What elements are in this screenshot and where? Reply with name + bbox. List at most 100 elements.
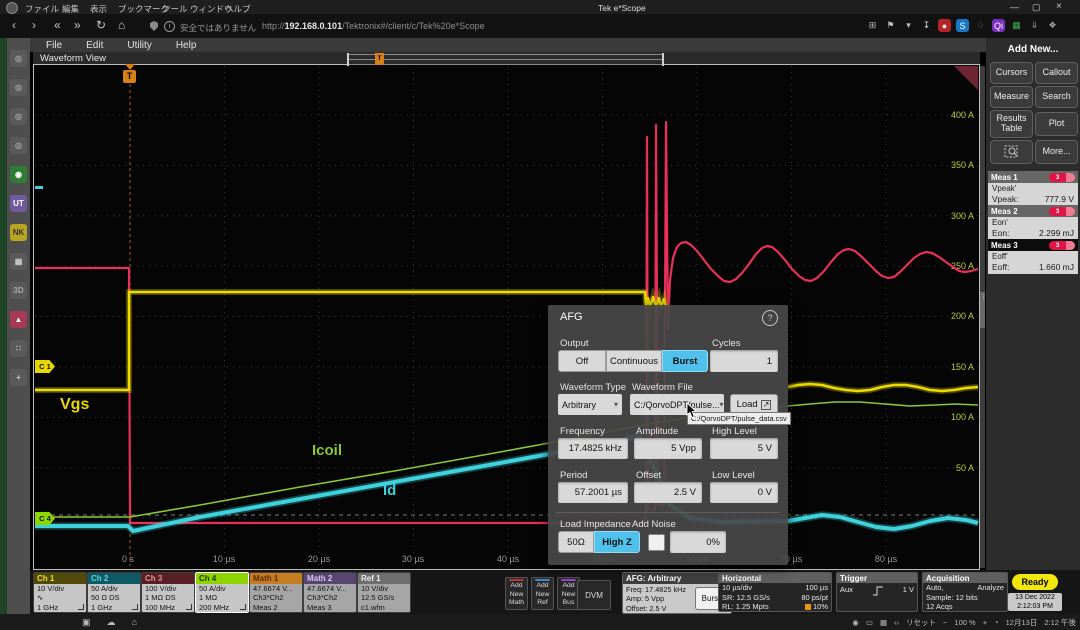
taskbar-item-3[interactable]: ‹› [894, 618, 899, 627]
taskbar-item-9[interactable]: 12月13日 [1006, 617, 1038, 628]
sidebar-tab-2[interactable]: ◎ [10, 108, 27, 125]
low-level-field[interactable]: 0 V [710, 482, 778, 503]
horizontal-badge[interactable]: Horizontal 10 µs/div100 µs SR: 12.5 GS/s… [718, 572, 832, 612]
extension-icon-6[interactable]: ♢ [974, 19, 987, 32]
help-icon[interactable]: ? [762, 310, 778, 326]
sidebar-tab-1[interactable]: ◎ [10, 79, 27, 96]
meas-2-badge[interactable]: Meas 2 3 Eon' Eon:2.299 mJ [988, 205, 1078, 240]
scrollbar-handle[interactable]: ⋮ [980, 292, 985, 328]
offset-field[interactable]: 2.5 V [634, 482, 702, 503]
maximize-button[interactable]: ▢ [1032, 2, 1041, 13]
amplitude-field[interactable]: 5 Vpp [634, 438, 702, 459]
channel-badge-ch3[interactable]: Ch 3100 V/div1 MΩ DS100 MHz [141, 572, 195, 613]
home-icon[interactable]: ⌂ [132, 617, 137, 627]
acquisition-badge[interactable]: Acquisition Auto,Analyze Sample: 12 bits… [922, 572, 1008, 612]
skip-back-icon[interactable]: « [54, 19, 61, 31]
sidebar-tab-3[interactable]: ◎ [10, 137, 27, 154]
period-field[interactable]: 57.2001 µs [558, 482, 628, 503]
more-button[interactable]: More... [1035, 140, 1078, 164]
search-button[interactable]: Search [1035, 86, 1078, 108]
frequency-field[interactable]: 17.4825 kHz [558, 438, 628, 459]
impedance-50ohm-button[interactable]: 50Ω [558, 531, 594, 553]
channel-badge-math1[interactable]: Math 147.6674 V...Ch3*Ch2Meas 2 [249, 572, 303, 613]
taskbar-item-4[interactable]: リセット [906, 617, 936, 628]
channel-badge-math2[interactable]: Math 247.6674 V...Ch3*Ch2Meas 3 [303, 572, 357, 613]
taskbar-item-6[interactable]: 100 % [954, 618, 975, 627]
afg-badge[interactable]: AFG: Arbitrary Freq: 17.4825 kHz Amp: 5 … [622, 572, 732, 614]
shield-icon[interactable] [150, 21, 158, 31]
results-table-button[interactable]: Results Table [990, 110, 1033, 138]
noise-percent-field[interactable]: 0% [670, 531, 726, 553]
channel-badge-ref1[interactable]: Ref 110 V/div12.5 GS/sc1.wfm [357, 572, 411, 613]
minimize-button[interactable]: — [1010, 2, 1019, 12]
channel-badge-ch1[interactable]: Ch 110 V/div∿1 GHz [33, 572, 87, 613]
scope-menu-file[interactable]: File [46, 40, 62, 51]
corner-handle[interactable] [954, 66, 978, 90]
scope-menu-help[interactable]: Help [176, 40, 197, 51]
sidebar-tab-10[interactable]: ∷ [10, 340, 27, 357]
dvm-button[interactable]: DVM [577, 580, 611, 610]
reload-icon[interactable]: ↻ [96, 19, 106, 31]
impedance-highz-button[interactable]: High Z [594, 531, 640, 553]
scope-menu-edit[interactable]: Edit [86, 40, 103, 51]
record-trigger-marker[interactable]: T [375, 53, 384, 65]
taskbar-item-5[interactable]: − [943, 618, 947, 627]
cursors-button[interactable]: Cursors [990, 62, 1033, 84]
meas-1-badge[interactable]: Meas 1 3 Vpeak' Vpeak:777.9 V [988, 171, 1078, 206]
taskbar-item-2[interactable]: ▦ [880, 618, 887, 627]
back-icon[interactable]: ‹ [12, 19, 16, 31]
taskbar-item-7[interactable]: + [983, 618, 987, 627]
add-noise-checkbox[interactable] [648, 534, 665, 551]
taskbar-item-10[interactable]: 2:12 午後 [1044, 617, 1076, 628]
channel-badge-ch2[interactable]: Ch 250 A/div50 Ω DS1 GHz [87, 572, 141, 613]
sidebar-tab-11[interactable]: + [10, 369, 27, 386]
forward-icon[interactable]: › [32, 19, 36, 31]
scope-menu-utility[interactable]: Utility [127, 40, 151, 51]
sidebar-tab-8[interactable]: 3D [10, 282, 27, 299]
sidebar-tab-0[interactable]: ◎ [10, 50, 27, 67]
trigger-badge[interactable]: Trigger Aux 1 V [836, 572, 918, 612]
panel-scrollbar[interactable]: ⋮ [980, 66, 985, 568]
add-new-math-button[interactable]: Add New Math [505, 577, 528, 610]
meas-3-badge[interactable]: Meas 3 3 Eoff' Eoff:1.660 mJ [988, 239, 1078, 274]
record-view-bar[interactable]: T [348, 54, 664, 65]
output-continuous-button[interactable]: Continuous [606, 350, 662, 372]
plot-button[interactable]: Plot [1035, 112, 1078, 136]
close-button[interactable]: × [1056, 1, 1062, 12]
add-new-ref-button[interactable]: Add New Ref [531, 577, 554, 610]
channel-2-marker[interactable] [35, 186, 43, 189]
taskbar-item-8[interactable]: ◔ [994, 618, 999, 627]
output-off-button[interactable]: Off [558, 350, 606, 372]
measure-button[interactable]: Measure [990, 86, 1033, 108]
sidebar-tab-9[interactable]: ▲ [10, 311, 27, 328]
sidebar-tab-7[interactable]: ▦ [10, 253, 27, 270]
info-icon[interactable]: i [164, 21, 175, 32]
output-burst-button[interactable]: Burst [662, 350, 708, 372]
extension-icon-5[interactable]: S [956, 19, 969, 32]
extension-icon-1[interactable]: ⚑ [884, 19, 897, 32]
extension-icon-3[interactable]: ↧ [920, 19, 933, 32]
extension-icon-8[interactable]: ▦ [1010, 19, 1023, 32]
callout-button[interactable]: Callout [1035, 62, 1078, 84]
sidebar-tab-5[interactable]: UT [10, 195, 27, 212]
cycles-field[interactable]: 1 [710, 350, 778, 372]
extension-icon-10[interactable]: ❖ [1046, 19, 1059, 32]
window-icon[interactable]: ▣ [82, 617, 91, 628]
cloud-icon[interactable]: ☁ [107, 617, 116, 628]
home-icon[interactable]: ⌂ [118, 19, 125, 31]
zoom-mode-button[interactable] [990, 140, 1033, 164]
sidebar-tab-6[interactable]: NK [10, 224, 27, 241]
high-level-field[interactable]: 5 V [710, 438, 778, 459]
extension-icon-9[interactable]: ⇓ [1028, 19, 1041, 32]
extension-icon-4[interactable]: ● [938, 19, 951, 32]
extension-icon-7[interactable]: Qi [992, 19, 1005, 32]
skip-forward-icon[interactable]: » [74, 19, 81, 31]
extension-icon-2[interactable]: ▾ [902, 19, 915, 32]
channel-badge-ch4[interactable]: Ch 450 A/div1 MΩ200 MHz [195, 572, 249, 613]
trigger-t-badge[interactable]: T [123, 70, 136, 83]
sidebar-tab-4[interactable]: ◉ [10, 166, 27, 183]
taskbar-item-1[interactable]: ▭ [866, 618, 873, 627]
url-bar[interactable]: http://192.168.0.101/Tektronix#/client/c… [262, 21, 485, 31]
extension-icon-0[interactable]: ⊞ [866, 19, 879, 32]
waveform-type-dropdown[interactable]: Arbitrary▾ [558, 394, 622, 415]
